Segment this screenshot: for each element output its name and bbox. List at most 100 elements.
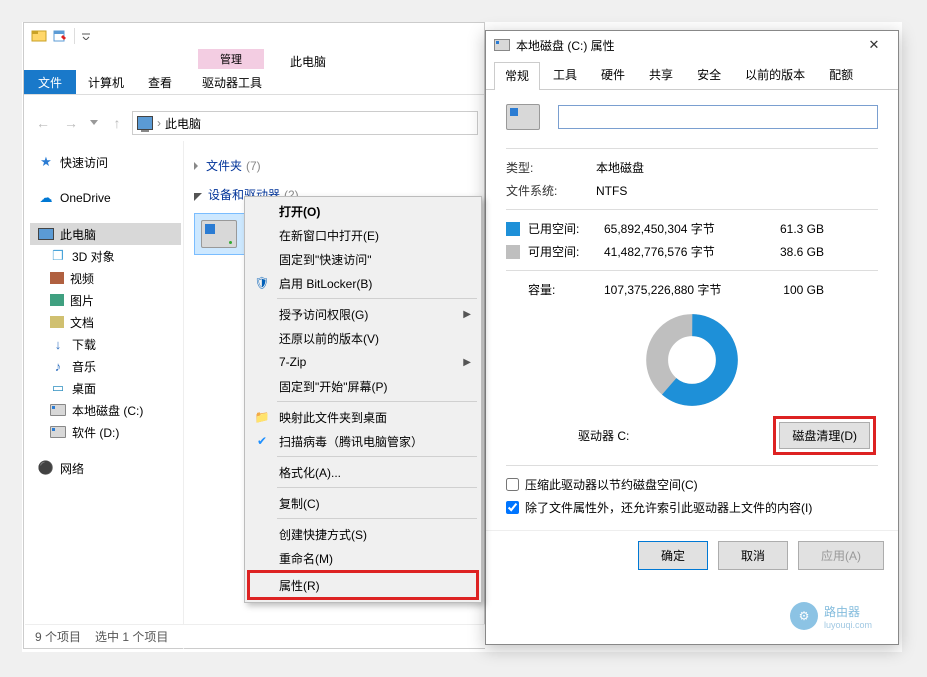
ctx-bitlocker[interactable]: 🛡 启用 BitLocker(B) xyxy=(247,271,479,295)
address-segment[interactable]: 此电脑 xyxy=(165,115,201,132)
contextual-tab-header: 管理 xyxy=(198,49,264,69)
disk-icon xyxy=(50,404,66,416)
pc-icon xyxy=(137,116,153,130)
ctx-7zip[interactable]: 7-Zip▶ xyxy=(247,350,479,374)
used-label: 已用空间: xyxy=(528,220,604,237)
ctx-properties[interactable]: 属性(R) xyxy=(247,570,479,600)
dialog-title-bar: 本地磁盘 (C:) 属性 ✕ xyxy=(486,31,898,59)
ctx-scan-virus[interactable]: ✔ 扫描病毒（腾讯电脑管家） xyxy=(247,429,479,453)
ctx-open[interactable]: 打开(O) xyxy=(247,199,479,223)
sidebar-item-drive-c[interactable]: 本地磁盘 (C:) xyxy=(30,399,181,421)
status-selected-count: 选中 1 个项目 xyxy=(95,628,168,645)
drive-name-input[interactable] xyxy=(558,105,878,129)
ctx-copy[interactable]: 复制(C) xyxy=(247,491,479,515)
tab-quota[interactable]: 配额 xyxy=(818,61,864,89)
separator xyxy=(277,518,477,519)
used-swatch xyxy=(506,222,520,236)
tab-hardware[interactable]: 硬件 xyxy=(590,61,636,89)
disk-icon xyxy=(50,426,66,438)
ctx-pin-start[interactable]: 固定到"开始"屏幕(P) xyxy=(247,374,479,398)
dialog-footer: 确定 取消 应用(A) xyxy=(486,530,898,580)
tab-previous-versions[interactable]: 以前的版本 xyxy=(734,61,816,89)
free-bytes: 41,482,776,576 字节 xyxy=(604,243,754,260)
compress-checkbox-row[interactable]: 压缩此驱动器以节约磁盘空间(C) xyxy=(506,476,878,493)
tab-view[interactable]: 查看 xyxy=(136,70,184,94)
apply-button[interactable]: 应用(A) xyxy=(798,541,884,570)
index-checkbox[interactable] xyxy=(506,501,519,514)
nav-up-icon[interactable]: ↑ xyxy=(104,110,130,136)
nav-back-icon[interactable]: ← xyxy=(30,110,56,136)
sidebar-item-downloads[interactable]: ↓下载 xyxy=(30,333,181,355)
compress-checkbox[interactable] xyxy=(506,478,519,491)
ctx-grant-access[interactable]: 授予访问权限(G)▶ xyxy=(247,302,479,326)
ctx-pin-quick[interactable]: 固定到"快速访问" xyxy=(247,247,479,271)
cancel-button[interactable]: 取消 xyxy=(718,541,788,570)
separator xyxy=(277,401,477,402)
close-icon[interactable]: ✕ xyxy=(858,34,890,56)
capacity-label: 容量: xyxy=(506,281,604,298)
tab-tools[interactable]: 工具 xyxy=(542,61,588,89)
sidebar-item-3d-objects[interactable]: ❒3D 对象 xyxy=(30,245,181,267)
sidebar-item-quick-access[interactable]: ★快速访问 xyxy=(30,151,181,173)
ctx-format[interactable]: 格式化(A)... xyxy=(247,460,479,484)
usage-donut-chart xyxy=(646,314,738,406)
shield-icon: 🛡 xyxy=(253,274,271,292)
title-bar xyxy=(24,23,484,49)
star-icon: ★ xyxy=(38,154,54,170)
tab-computer[interactable]: 计算机 xyxy=(76,70,136,94)
chevron-right-icon: ▶ xyxy=(463,357,471,368)
sidebar-item-drive-d[interactable]: 软件 (D:) xyxy=(30,421,181,443)
sidebar-item-desktop[interactable]: ▭桌面 xyxy=(30,377,181,399)
download-icon: ↓ xyxy=(50,336,66,352)
file-tab[interactable]: 文件 xyxy=(24,70,76,94)
filesystem-value: NTFS xyxy=(596,184,627,198)
ok-button[interactable]: 确定 xyxy=(638,541,708,570)
chevron-right-icon: ▶ xyxy=(463,309,471,320)
address-bar[interactable]: › 此电脑 xyxy=(132,111,478,135)
index-label: 除了文件属性外，还允许索引此驱动器上文件的内容(I) xyxy=(525,499,812,516)
folders-group-header[interactable]: 文件夹 (7) xyxy=(194,151,480,180)
tab-sharing[interactable]: 共享 xyxy=(638,61,684,89)
sidebar-item-this-pc[interactable]: 此电脑 xyxy=(30,223,181,245)
nav-history-icon[interactable] xyxy=(86,110,102,136)
video-icon xyxy=(50,272,64,284)
ctx-map-folder[interactable]: 📁 映射此文件夹到桌面 xyxy=(247,405,479,429)
disk-cleanup-button[interactable]: 磁盘清理(D) xyxy=(779,422,870,449)
ctx-new-window[interactable]: 在新窗口中打开(E) xyxy=(247,223,479,247)
router-icon: ⚙ xyxy=(790,602,818,630)
drive-icon xyxy=(201,220,237,248)
separator xyxy=(277,298,477,299)
sidebar-item-documents[interactable]: 文档 xyxy=(30,311,181,333)
app-icon xyxy=(30,25,48,47)
chevron-right-icon[interactable]: › xyxy=(157,116,161,130)
sidebar-item-music[interactable]: ♪音乐 xyxy=(30,355,181,377)
separator xyxy=(277,487,477,488)
free-swatch xyxy=(506,245,520,259)
tab-drive-tools[interactable]: 驱动器工具 xyxy=(190,70,274,94)
cloud-icon: ☁ xyxy=(38,190,54,206)
window-title: 此电脑 xyxy=(290,53,326,70)
sidebar-item-videos[interactable]: 视频 xyxy=(30,267,181,289)
disk-icon xyxy=(494,39,510,51)
compress-label: 压缩此驱动器以节约磁盘空间(C) xyxy=(525,476,698,493)
cube-icon: ❒ xyxy=(50,248,66,264)
sidebar-item-pictures[interactable]: 图片 xyxy=(30,289,181,311)
map-icon: 📁 xyxy=(253,408,271,426)
music-icon: ♪ xyxy=(50,358,66,374)
properties-qat-icon[interactable] xyxy=(51,25,69,47)
sidebar-item-onedrive[interactable]: ☁OneDrive xyxy=(30,187,181,209)
index-checkbox-row[interactable]: 除了文件属性外，还允许索引此驱动器上文件的内容(I) xyxy=(506,499,878,516)
tab-security[interactable]: 安全 xyxy=(686,61,732,89)
qat-dropdown-icon[interactable] xyxy=(80,32,92,40)
capacity-size: 100 GB xyxy=(754,283,824,297)
properties-dialog: 本地磁盘 (C:) 属性 ✕ 常规 工具 硬件 共享 安全 以前的版本 配额 类… xyxy=(485,30,899,645)
shield-check-icon: ✔ xyxy=(253,432,271,450)
ctx-restore-previous[interactable]: 还原以前的版本(V) xyxy=(247,326,479,350)
ctx-create-shortcut[interactable]: 创建快捷方式(S) xyxy=(247,522,479,546)
used-size: 61.3 GB xyxy=(754,222,824,236)
ctx-rename[interactable]: 重命名(M) xyxy=(247,546,479,570)
tab-general[interactable]: 常规 xyxy=(494,62,540,90)
context-menu: 打开(O) 在新窗口中打开(E) 固定到"快速访问" 🛡 启用 BitLocke… xyxy=(244,196,482,603)
sidebar-item-network[interactable]: ⚫网络 xyxy=(30,457,181,479)
type-value: 本地磁盘 xyxy=(596,159,644,176)
